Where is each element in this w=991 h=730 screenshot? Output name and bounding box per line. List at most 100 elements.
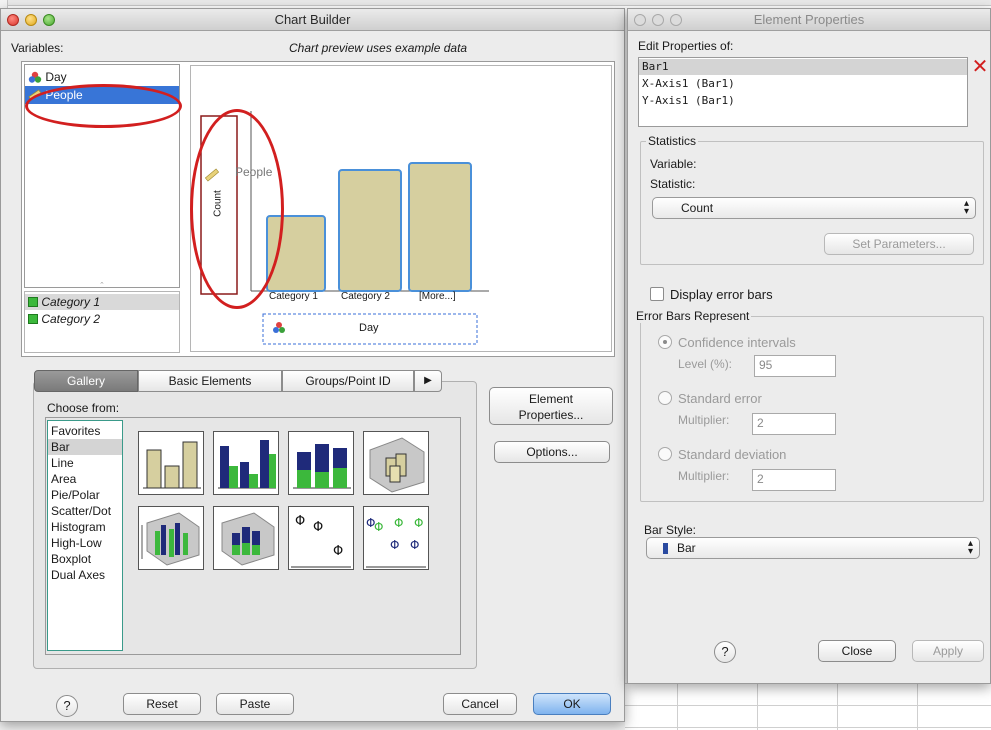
apply-button[interactable]: Apply bbox=[912, 640, 984, 662]
element-properties-window: Element Properties Edit Properties of: B… bbox=[627, 8, 991, 684]
std-dev-multiplier-input[interactable]: 2 bbox=[752, 469, 836, 491]
x-drop-variable: Day bbox=[359, 322, 379, 334]
elements-list[interactable]: Bar1 X-Axis1 (Bar1) Y-Axis1 (Bar1) bbox=[638, 57, 968, 127]
chart-type-item[interactable]: Dual Axes bbox=[48, 567, 122, 583]
tab-basic-elements[interactable]: Basic Elements bbox=[138, 370, 282, 392]
statistic-label: Statistic: bbox=[650, 177, 696, 191]
stacked-bar-thumbnail[interactable] bbox=[288, 431, 354, 495]
options-button[interactable]: Options... bbox=[494, 441, 610, 463]
choose-from-label: Choose from: bbox=[47, 401, 120, 415]
tab-groups-point-id[interactable]: Groups/Point ID bbox=[282, 370, 414, 392]
multiplier-label: Multiplier: bbox=[678, 413, 730, 427]
edit-properties-label: Edit Properties of: bbox=[638, 39, 734, 53]
element-properties-button[interactable]: Element Properties... bbox=[489, 387, 613, 425]
window-title: Chart Builder bbox=[274, 12, 351, 27]
standard-error-radio[interactable] bbox=[658, 391, 672, 405]
categories-list[interactable]: Category 1 Category 2 bbox=[24, 291, 180, 353]
paste-button[interactable]: Paste bbox=[216, 693, 294, 715]
chart-type-item[interactable]: Scatter/Dot bbox=[48, 503, 122, 519]
variables-label: Variables: bbox=[11, 41, 64, 55]
background-ruler bbox=[0, 0, 991, 6]
confidence-intervals-radio[interactable] bbox=[658, 335, 672, 349]
clustered-bar-thumbnail[interactable] bbox=[213, 431, 279, 495]
standard-error-label: Standard error bbox=[678, 391, 762, 406]
statistic-value: Count bbox=[681, 201, 714, 215]
clustered-error-bar-thumbnail[interactable]: ΦΦΦΦΦΦ bbox=[363, 506, 429, 570]
chart-type-list[interactable]: Favorites Bar Line Area Pie/Polar Scatte… bbox=[47, 420, 123, 651]
chart-type-item[interactable]: Favorites bbox=[48, 423, 122, 439]
svg-text:Φ: Φ bbox=[333, 544, 343, 559]
chart-type-item[interactable]: Area bbox=[48, 471, 122, 487]
element-item-selected[interactable]: Bar1 bbox=[639, 59, 967, 75]
bar-swatch-icon bbox=[663, 543, 668, 554]
category-label: Category 1 bbox=[41, 295, 101, 309]
3d-bar-thumbnail[interactable] bbox=[363, 431, 429, 495]
display-error-bars-checkbox[interactable] bbox=[650, 287, 664, 301]
statistics-group-title: Statistics bbox=[646, 134, 699, 148]
3d-stacked-bar-thumbnail[interactable] bbox=[213, 506, 279, 570]
preview-caption: Chart preview uses example data bbox=[289, 41, 468, 55]
tab-more-arrow[interactable]: ▶ bbox=[414, 370, 442, 392]
simple-bar-thumbnail[interactable] bbox=[138, 431, 204, 495]
close-button[interactable]: Close bbox=[818, 640, 896, 662]
x-category-label: Category 1 bbox=[269, 291, 318, 302]
level-input[interactable]: 95 bbox=[754, 355, 836, 377]
category-item[interactable]: Category 2 bbox=[25, 311, 179, 327]
chart-type-item[interactable]: Histogram bbox=[48, 519, 122, 535]
reset-button[interactable]: Reset bbox=[123, 693, 201, 715]
help-icon[interactable]: ? bbox=[714, 641, 736, 663]
chart-type-item-selected[interactable]: Bar bbox=[48, 439, 122, 455]
error-bar-thumbnail[interactable]: ΦΦΦ bbox=[288, 506, 354, 570]
standard-deviation-label: Standard deviation bbox=[678, 447, 787, 462]
updown-arrows-icon: ▴ ▾ bbox=[963, 198, 969, 217]
bar-style-label: Bar Style: bbox=[644, 523, 697, 537]
standard-deviation-radio[interactable] bbox=[658, 447, 672, 461]
preview-bar-2 bbox=[338, 169, 402, 292]
svg-text:Φ: Φ bbox=[374, 520, 383, 534]
element-item[interactable]: X-Axis1 (Bar1) bbox=[639, 76, 967, 92]
set-parameters-button[interactable]: Set Parameters... bbox=[824, 233, 974, 255]
statistic-select[interactable]: Count ▴ ▾ bbox=[652, 197, 976, 219]
element-properties-titlebar[interactable]: Element Properties bbox=[628, 9, 990, 31]
tab-bar: Gallery Basic Elements Groups/Point ID ▶ bbox=[34, 370, 442, 392]
variable-label: Day bbox=[45, 70, 67, 84]
variable-item-day[interactable]: Day bbox=[25, 69, 179, 85]
annotation-ellipse-people bbox=[25, 84, 182, 128]
category-grid-icon bbox=[28, 297, 38, 307]
x-category-label: Category 2 bbox=[341, 291, 390, 302]
level-label: Level (%): bbox=[678, 357, 733, 371]
svg-text:Φ: Φ bbox=[394, 516, 403, 530]
multiplier-label: Multiplier: bbox=[678, 469, 730, 483]
preview-bar-3 bbox=[408, 162, 472, 292]
x-category-label: [More...] bbox=[419, 291, 456, 302]
updown-arrows-icon: ▴ ▾ bbox=[967, 538, 973, 557]
chart-builder-titlebar[interactable]: Chart Builder bbox=[1, 9, 624, 31]
chart-type-item[interactable]: Boxplot bbox=[48, 551, 122, 567]
cancel-button[interactable]: Cancel bbox=[443, 693, 517, 715]
chart-type-item[interactable]: Pie/Polar bbox=[48, 487, 122, 503]
background-spreadsheet-grid bbox=[625, 683, 991, 730]
tab-gallery[interactable]: Gallery bbox=[34, 370, 138, 392]
svg-text:Φ: Φ bbox=[414, 516, 423, 530]
nominal-icon bbox=[276, 322, 282, 328]
chart-builder-window: Chart Builder Variables: Chart preview u… bbox=[0, 8, 625, 722]
display-error-bars-label: Display error bars bbox=[670, 287, 773, 302]
svg-text:Φ: Φ bbox=[295, 514, 305, 529]
element-item[interactable]: Y-Axis1 (Bar1) bbox=[639, 93, 967, 109]
resize-grip[interactable]: ⌃ bbox=[99, 281, 107, 289]
annotation-ellipse-count bbox=[190, 109, 284, 309]
delete-element-icon[interactable]: ✕ bbox=[970, 57, 990, 77]
chart-type-item[interactable]: High-Low bbox=[48, 535, 122, 551]
bar-style-value: Bar bbox=[677, 541, 696, 555]
confidence-intervals-label: Confidence intervals bbox=[678, 335, 796, 350]
chart-type-item[interactable]: Line bbox=[48, 455, 122, 471]
svg-text:Φ: Φ bbox=[410, 538, 419, 552]
category-item[interactable]: Category 1 bbox=[25, 294, 179, 310]
3d-clustered-bar-thumbnail[interactable] bbox=[138, 506, 204, 570]
ok-button[interactable]: OK bbox=[533, 693, 611, 715]
nominal-icon bbox=[28, 71, 42, 83]
help-icon[interactable]: ? bbox=[56, 695, 78, 717]
svg-text:Φ: Φ bbox=[390, 538, 399, 552]
bar-style-select[interactable]: Bar ▴ ▾ bbox=[646, 537, 980, 559]
std-error-multiplier-input[interactable]: 2 bbox=[752, 413, 836, 435]
